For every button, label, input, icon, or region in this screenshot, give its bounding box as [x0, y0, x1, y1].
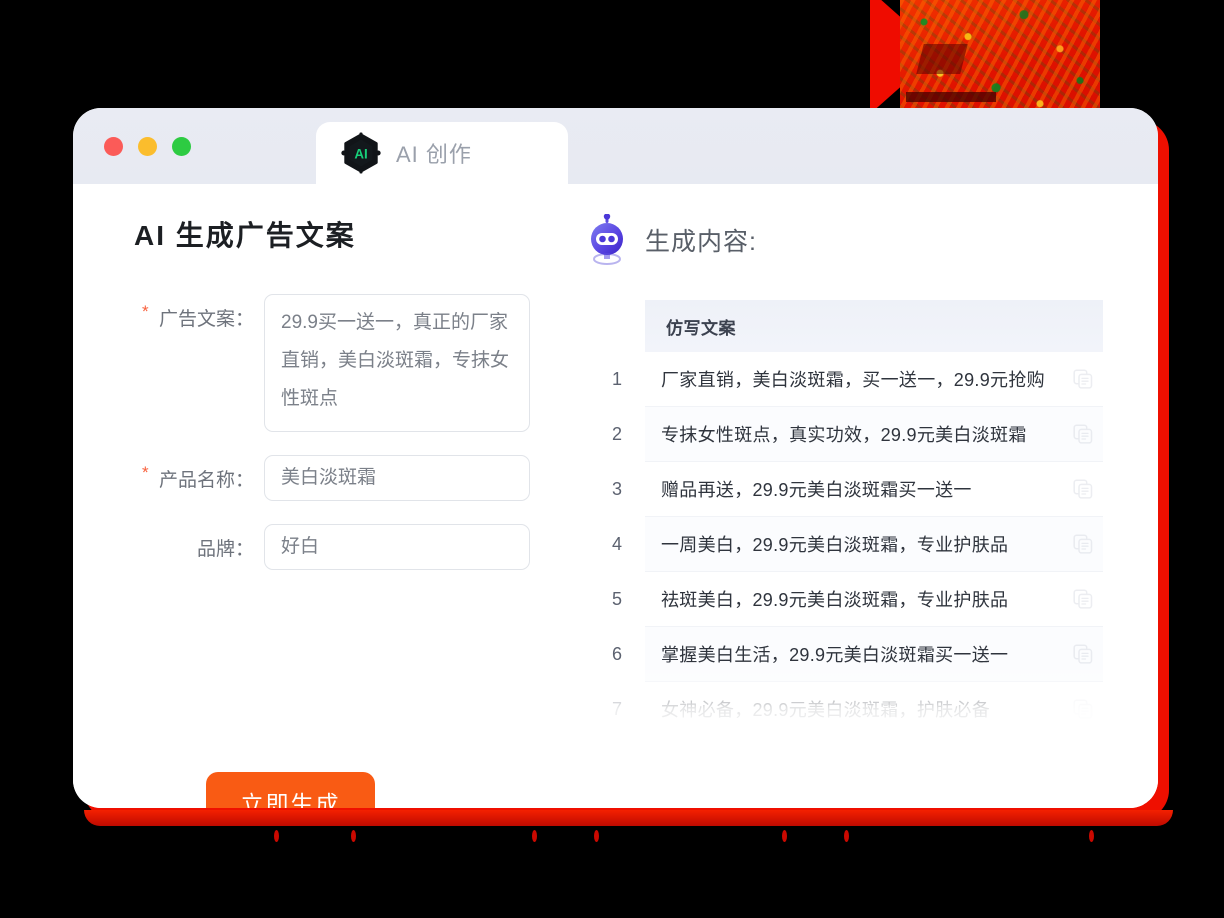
decorative-speckle-block: [900, 0, 1100, 122]
label-text: 品牌：: [196, 539, 254, 560]
row-text: 厂家直销，美白淡斑霜，买一送一，29.9元抢购: [661, 370, 1045, 390]
tab-label: AI 创作: [396, 142, 472, 167]
row-index: 2: [611, 423, 622, 444]
decorative-texture-graphic: [870, 0, 1100, 125]
row-index: 7: [611, 698, 622, 719]
table-row[interactable]: 5 祛斑美白，29.9元美白淡斑霜，专业护肤品: [612, 572, 1103, 627]
glow-speck: [274, 830, 279, 842]
table-row[interactable]: 6 掌握美白生活，29.9元美白淡斑霜买一送一: [612, 627, 1103, 682]
table-row[interactable]: 2 专抹女性斑点，真实功效，29.9元美白淡斑霜: [612, 407, 1103, 462]
row-text: 赠品再送，29.9元美白淡斑霜买一送一: [661, 480, 972, 500]
field-ad-copy: * 广告文案： 29.9买一送一，真正的厂家直销，美白淡斑霜，专抹女性斑点: [134, 294, 573, 432]
row-index: 6: [611, 643, 622, 664]
glow-speck: [594, 830, 599, 842]
field-label-brand: * 品牌：: [134, 524, 264, 561]
results-panel: 生成内容: 仿写文案 1 厂家直销，美白淡斑霜，买一送一，29.9元抢购 2 专…: [573, 184, 1158, 808]
robot-icon: [591, 214, 623, 265]
row-text: 女神必备，29.9元美白淡斑霜，护肤必备: [661, 700, 991, 720]
row-text: 专抹女性斑点，真实功效，29.9元美白淡斑霜: [661, 425, 1027, 445]
required-star-icon: *: [142, 463, 149, 482]
copy-icon[interactable]: [1073, 699, 1093, 719]
close-window-button[interactable]: [104, 136, 123, 156]
glow-speck: [532, 830, 537, 842]
copy-icon[interactable]: [1073, 424, 1093, 444]
table-row[interactable]: 7 女神必备，29.9元美白淡斑霜，护肤必备: [612, 682, 1103, 737]
table-row[interactable]: 1 厂家直销，美白淡斑霜，买一送一，29.9元抢购: [612, 352, 1103, 407]
glow-speck: [351, 830, 356, 842]
ai-logo-icon: AI: [341, 132, 381, 174]
page-title: AI 生成广告文案: [134, 220, 356, 251]
generate-button[interactable]: 立即生成: [206, 772, 375, 808]
copy-icon[interactable]: [1073, 369, 1093, 389]
window-body: AI 生成广告文案 * 广告文案： 29.9买一送一，真正的厂家直销，美白淡斑霜…: [73, 184, 1158, 808]
traffic-lights: [104, 136, 191, 156]
field-label-product-name: * 产品名称：: [134, 455, 264, 492]
app-window: AI AI 创作 AI 生成广告文案 * 广告文案： 29.9买一送一，真正的厂…: [73, 108, 1158, 808]
label-text: 产品名称：: [158, 470, 254, 491]
row-text: 祛斑美白，29.9元美白淡斑霜，专业护肤品: [661, 590, 1009, 610]
decorative-triangle: [870, 0, 940, 114]
svg-text:AI: AI: [354, 146, 367, 161]
glow-speck: [782, 830, 787, 842]
copy-icon[interactable]: [1073, 479, 1093, 499]
row-index: 5: [611, 588, 622, 609]
copy-icon[interactable]: [1073, 534, 1093, 554]
required-star-icon: *: [142, 302, 149, 321]
ad-copy-textarea[interactable]: 29.9买一送一，真正的厂家直销，美白淡斑霜，专抹女性斑点: [264, 294, 530, 432]
results-row-list: 1 厂家直销，美白淡斑霜，买一送一，29.9元抢购 2 专抹女性斑点，真实功效，…: [585, 352, 1103, 737]
brand-input[interactable]: 好白: [264, 524, 530, 570]
maximize-window-button[interactable]: [172, 136, 191, 156]
table-row[interactable]: 4 一周美白，29.9元美白淡斑霜，专业护肤品: [612, 517, 1103, 572]
row-index: 3: [611, 478, 622, 499]
screenshot-root: AI AI 创作 AI 生成广告文案 * 广告文案： 29.9买一送一，真正的厂…: [0, 0, 1224, 918]
column-header-copy: 仿写文案: [666, 318, 736, 338]
results-header: 生成内容:: [585, 214, 1158, 266]
row-text: 掌握美白生活，29.9元美白淡斑霜买一送一: [661, 645, 1009, 665]
decorative-dark-bar: [906, 92, 996, 102]
results-table-header: 仿写文案: [645, 300, 1103, 352]
row-text: 一周美白，29.9元美白淡斑霜，专业护肤品: [661, 535, 1009, 555]
copy-icon[interactable]: [1073, 589, 1093, 609]
glow-speck: [1089, 830, 1094, 842]
product-name-input[interactable]: 美白淡斑霜: [264, 455, 530, 501]
field-brand: * 品牌： 好白: [134, 524, 573, 570]
field-label-ad-copy: * 广告文案：: [134, 294, 264, 331]
window-titlebar: AI AI 创作: [73, 108, 1158, 184]
tab-ai-creation[interactable]: AI AI 创作: [316, 122, 568, 184]
table-row[interactable]: 3 赠品再送，29.9元美白淡斑霜买一送一: [612, 462, 1103, 517]
glow-speck: [844, 830, 849, 842]
form-panel: AI 生成广告文案 * 广告文案： 29.9买一送一，真正的厂家直销，美白淡斑霜…: [73, 184, 573, 808]
results-table: 仿写文案 1 厂家直销，美白淡斑霜，买一送一，29.9元抢购 2 专抹女性斑点，…: [585, 300, 1103, 737]
minimize-window-button[interactable]: [138, 136, 157, 156]
row-index: 1: [611, 368, 622, 389]
row-index: 4: [611, 533, 622, 554]
label-text: 广告文案：: [158, 309, 254, 330]
field-product-name: * 产品名称： 美白淡斑霜: [134, 455, 573, 501]
results-heading: 生成内容:: [645, 228, 757, 256]
copy-icon[interactable]: [1073, 644, 1093, 664]
decorative-dark-square: [916, 44, 968, 74]
